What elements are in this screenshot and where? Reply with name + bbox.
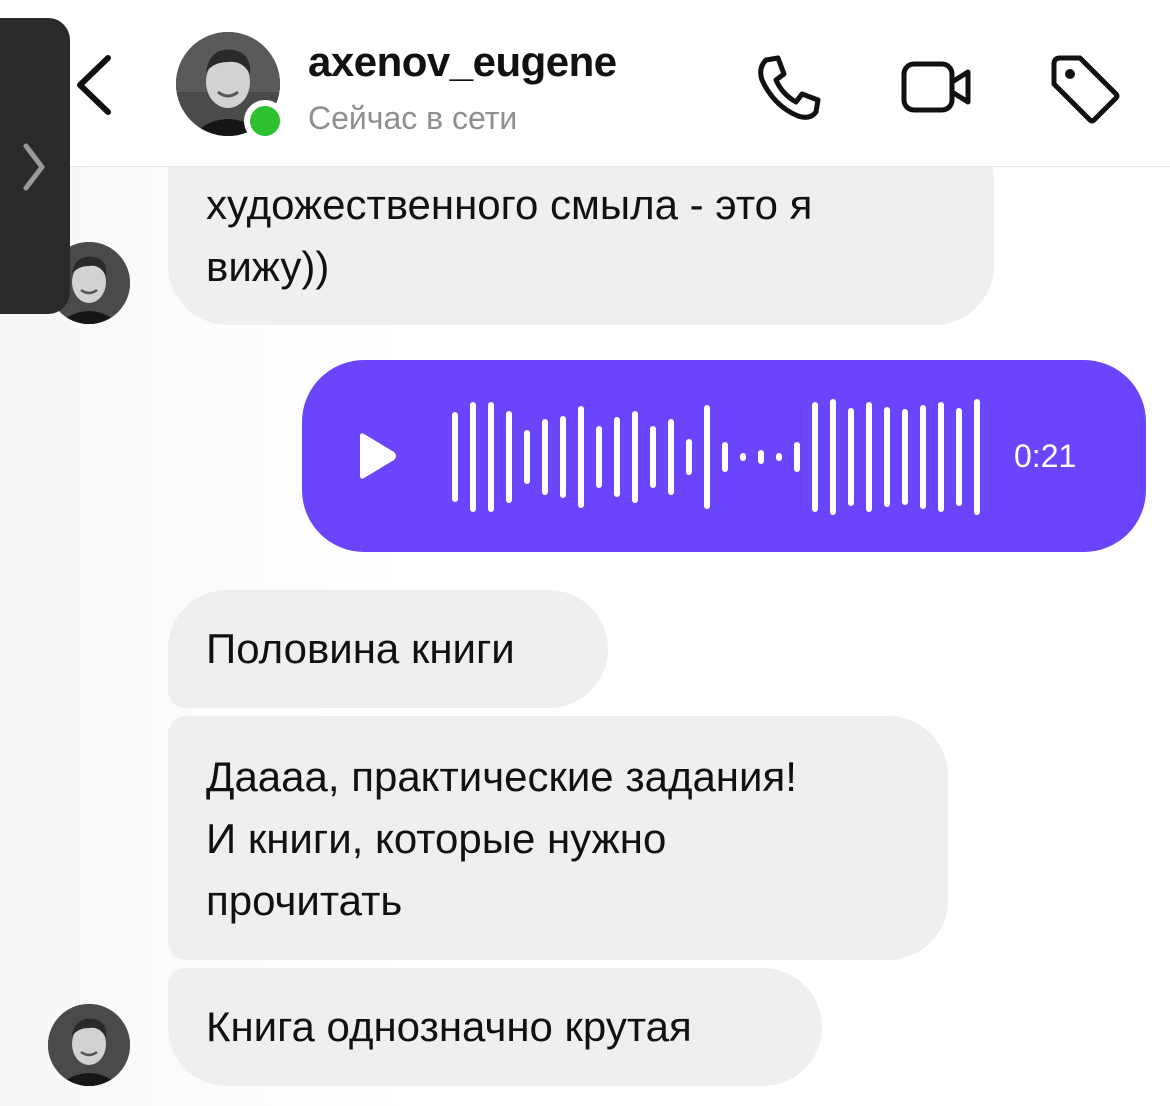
waveform-bar: [758, 450, 764, 464]
voice-waveform[interactable]: [446, 396, 986, 518]
waveform-bar: [884, 407, 890, 507]
side-drawer-handle[interactable]: [0, 18, 70, 314]
message-text-line: вижу)): [206, 243, 330, 290]
phone-icon[interactable]: [752, 50, 828, 126]
online-status: Сейчас в сети: [308, 100, 518, 136]
waveform-bar: [812, 402, 818, 512]
waveform-bar: [776, 453, 782, 461]
waveform-bar: [542, 419, 548, 495]
waveform-bar: [704, 405, 710, 509]
message-text: Половина книги: [206, 625, 515, 672]
voice-duration: 0:21: [1014, 438, 1077, 474]
incoming-message[interactable]: Книга однозначно крутая: [168, 968, 822, 1086]
waveform-bar: [830, 399, 836, 515]
waveform-bar: [488, 402, 494, 512]
waveform-bar: [956, 408, 962, 506]
message-text-line: И книги, которые нужно: [206, 815, 667, 862]
waveform-bar: [938, 402, 944, 512]
incoming-message[interactable]: Половина книги: [168, 590, 608, 708]
waveform-bar: [686, 439, 692, 475]
message-text-line: прочитать: [206, 877, 403, 924]
waveform-bar: [794, 442, 800, 472]
waveform-bar: [902, 409, 908, 505]
back-chevron-icon[interactable]: [70, 52, 120, 118]
waveform-bar: [578, 406, 584, 508]
chevron-right-icon: [23, 143, 45, 191]
play-icon[interactable]: [356, 432, 398, 480]
waveform-bar: [920, 405, 926, 509]
message-text-line: Даааа, практические задания!: [206, 753, 797, 800]
waveform-bar: [614, 417, 620, 497]
waveform-bar: [974, 399, 980, 515]
video-camera-icon[interactable]: [898, 50, 974, 126]
waveform-bar: [596, 426, 602, 488]
waveform-bar: [650, 426, 656, 488]
waveform-bar: [560, 416, 566, 498]
waveform-bar: [506, 411, 512, 503]
incoming-message[interactable]: Даааа, практические задания! И книги, ко…: [168, 716, 948, 960]
contact-username[interactable]: axenov_eugene: [308, 38, 617, 86]
message-text-line: художественного смыла - это я: [206, 181, 813, 228]
waveform-bar: [452, 412, 458, 502]
message-text: Книга однозначно крутая: [206, 1003, 692, 1050]
waveform-bar: [722, 442, 728, 472]
waveform-bar: [848, 408, 854, 506]
waveform-bar: [740, 453, 746, 461]
waveform-bar: [866, 402, 872, 512]
waveform-bar: [668, 419, 674, 495]
contact-avatar-small[interactable]: [48, 1004, 130, 1086]
waveform-bar: [524, 430, 530, 484]
waveform-bar: [632, 411, 638, 503]
online-indicator: [244, 100, 286, 142]
avatar-photo: [48, 1004, 130, 1086]
waveform-bar: [470, 402, 476, 512]
chat-header: axenov_eugene Сейчас в сети: [0, 0, 1170, 167]
tag-icon[interactable]: [1046, 50, 1122, 126]
